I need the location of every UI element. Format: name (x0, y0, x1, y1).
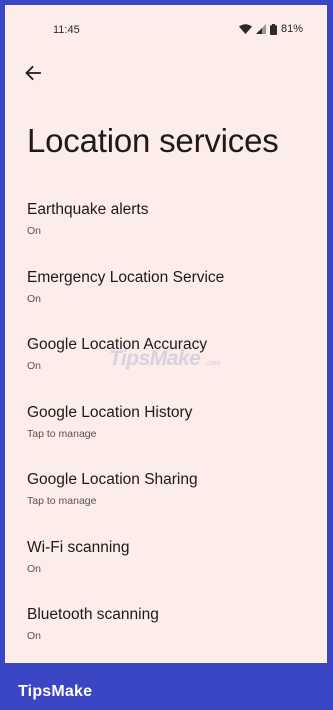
item-title: Earthquake alerts (27, 201, 149, 218)
back-button[interactable] (19, 59, 47, 87)
battery-icon (269, 23, 277, 35)
brand-bar: TipsMake (0, 663, 333, 710)
item-summary: On (27, 630, 42, 642)
watermark-text: TipsMake (109, 347, 201, 370)
item-title: Google Location Sharing (27, 471, 198, 488)
watermark-suffix: .com (205, 360, 221, 367)
item-title: Emergency Location Service (27, 268, 225, 286)
wifi-icon (238, 24, 252, 34)
setting-google-location-history[interactable]: Google Location History Tap to manage (5, 398, 327, 466)
status-bar: 11:45 81% (5, 5, 327, 53)
signal-icon (255, 24, 266, 34)
setting-earthquake-alerts[interactable]: Earthquake alerts On (5, 195, 327, 263)
status-icons: 81% (238, 23, 303, 35)
item-summary: Tap to manage (27, 427, 97, 440)
item-summary: On (27, 292, 42, 305)
phone-screen: 11:45 81% Location services Earthquake a… (5, 5, 327, 663)
status-time: 11:45 (53, 24, 80, 36)
settings-list: Earthquake alerts On Emergency Location … (5, 195, 327, 663)
item-summary: On (27, 562, 42, 575)
setting-google-location-sharing[interactable]: Google Location Sharing Tap to manage (5, 465, 327, 533)
arrow-left-icon (25, 65, 41, 81)
brand-logo: TipsMake (18, 683, 93, 700)
page-title: Location services (27, 122, 279, 159)
item-title: Google Location History (27, 403, 193, 421)
battery-percent: 81% (280, 23, 303, 35)
setting-bluetooth-scanning[interactable]: Bluetooth scanning On (5, 600, 327, 663)
setting-emergency-location-service[interactable]: Emergency Location Service On (5, 263, 327, 331)
item-summary: On (27, 225, 42, 237)
item-summary: Tap to manage (27, 495, 97, 507)
setting-wifi-scanning[interactable]: Wi-Fi scanning On (5, 533, 327, 601)
item-title: Bluetooth scanning (27, 606, 159, 623)
item-title: Wi-Fi scanning (27, 538, 130, 556)
